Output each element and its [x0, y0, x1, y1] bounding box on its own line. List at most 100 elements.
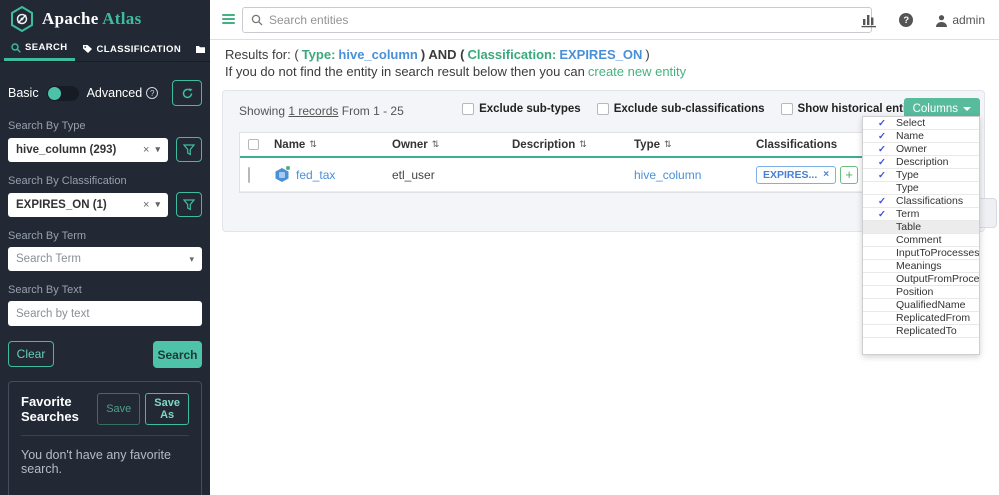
columns-menu-item-term[interactable]: ✓Term [863, 208, 979, 221]
remove-tag-icon[interactable]: × [823, 169, 829, 180]
clear-classification-icon[interactable]: × [143, 199, 149, 211]
username-label: admin [952, 13, 985, 27]
columns-menu-item-replicatedto[interactable]: ReplicatedTo [863, 325, 979, 338]
type-filter-button[interactable] [176, 137, 202, 162]
checkbox-icon [597, 103, 609, 115]
sidebar: Apache Atlas SEARCH CLASSIFICATION [0, 0, 210, 495]
results-close-paren: ) [645, 47, 649, 62]
check-icon: ✓ [878, 118, 886, 129]
tab-search[interactable]: SEARCH [4, 37, 75, 61]
classification-tag[interactable]: EXPIRES... × [756, 166, 836, 184]
user-menu[interactable]: admin [935, 13, 985, 27]
tab-search-label: SEARCH [25, 42, 68, 53]
text-search-input[interactable] [8, 301, 202, 326]
columns-menu-item-type[interactable]: ✓Type [863, 169, 979, 182]
basic-mode-label: Basic [8, 86, 39, 100]
record-count: Showing 1 records From 1 - 25 [239, 104, 404, 118]
classification-select[interactable]: EXPIRES_ON (1) × ▾ [8, 193, 168, 217]
table-header-row: Name⇅ Owner⇅ Description⇅ Type⇅ Classifi… [240, 133, 969, 158]
select-all-checkbox[interactable] [248, 139, 259, 150]
owner-cell: etl_user [392, 168, 512, 182]
term-select[interactable]: Search Term ▾ [8, 247, 202, 271]
favorite-searches-title: Favorite Searches [21, 394, 97, 424]
columns-menu-item-name[interactable]: ✓Name [863, 130, 979, 143]
type-select-value: hive_column (293) [16, 144, 116, 156]
columns-menu-item-qualifiedname[interactable]: QualifiedName [863, 299, 979, 312]
add-classification-button[interactable]: + [840, 166, 858, 184]
chevron-down-icon: ▾ [155, 199, 160, 210]
column-header-owner[interactable]: Owner⇅ [392, 139, 512, 151]
columns-menu-item-replicatedfrom[interactable]: ReplicatedFrom [863, 312, 979, 325]
columns-menu-item-owner[interactable]: ✓Owner [863, 143, 979, 156]
filter-funnel-icon [183, 144, 195, 156]
sort-icon: ⇅ [432, 139, 440, 150]
columns-menu-item-position[interactable]: Position [863, 286, 979, 299]
checkbox-icon [781, 103, 793, 115]
columns-menu-item-inputtoprocesses[interactable]: InputToProcesses [863, 247, 979, 260]
columns-menu-item-outputfromprocesses[interactable]: OutputFromProcesses [863, 273, 979, 286]
search-by-classification-label: Search By Classification [8, 175, 202, 187]
menu-hamburger-icon[interactable] [222, 14, 235, 25]
atlas-logo-icon [10, 6, 34, 32]
check-icon: ✓ [878, 196, 886, 207]
save-as-button[interactable]: Save As [145, 393, 189, 425]
sort-icon: ⇅ [309, 139, 317, 150]
checkbox-icon [462, 103, 474, 115]
columns-menu-item-select[interactable]: ✓Select [863, 117, 979, 130]
chevron-down-icon: ▾ [155, 144, 160, 155]
create-entity-hint: If you do not find the entity in search … [225, 63, 686, 80]
columns-menu-item-table[interactable]: Table [863, 221, 979, 234]
refresh-button[interactable] [172, 80, 202, 106]
exclude-subclassifications-checkbox[interactable]: Exclude sub-classifications [597, 103, 765, 115]
columns-menu-item-comment[interactable]: Comment [863, 234, 979, 247]
toggle-knob [48, 87, 61, 100]
help-icon[interactable]: ? [899, 13, 913, 27]
type-filter-value: hive_column [338, 47, 417, 62]
tab-classification[interactable]: CLASSIFICATION [75, 37, 189, 61]
column-header-type[interactable]: Type⇅ [634, 139, 756, 151]
app-logo[interactable]: Apache Atlas [0, 0, 210, 37]
create-new-entity-link[interactable]: create new entity [588, 64, 686, 79]
results-prefix: Results for: ( [225, 47, 299, 62]
classification-filter-value: EXPIRES_ON [559, 47, 642, 62]
classification-filter-button[interactable] [176, 192, 202, 217]
global-search-box[interactable] [242, 7, 872, 33]
filter-funnel-icon [183, 199, 195, 211]
row-checkbox[interactable] [248, 167, 250, 183]
entity-name-link[interactable]: fed_tax [296, 168, 335, 182]
columns-menu-item-type2[interactable]: Type [863, 182, 979, 195]
tab-classification-label: CLASSIFICATION [97, 44, 182, 55]
clear-button[interactable]: Clear [8, 341, 54, 367]
chevron-down-icon: ▾ [189, 254, 194, 265]
and-operator: ) AND ( [421, 47, 465, 62]
records-link[interactable]: 1 records [288, 104, 338, 118]
clear-type-icon[interactable]: × [143, 144, 149, 156]
statistics-chart-icon[interactable] [861, 13, 877, 28]
type-select[interactable]: hive_column (293) × ▾ [8, 138, 168, 162]
classification-select-value: EXPIRES_ON (1) [16, 199, 107, 211]
column-header-description[interactable]: Description⇅ [512, 139, 634, 151]
columns-menu-item-meanings[interactable]: Meanings [863, 260, 979, 273]
search-button[interactable]: Search [153, 341, 202, 368]
exclude-subtypes-checkbox[interactable]: Exclude sub-types [462, 103, 581, 115]
global-search-input[interactable] [269, 13, 863, 27]
advanced-help-icon[interactable]: ? [146, 87, 158, 99]
type-filter-label: Type: [302, 47, 336, 62]
favorites-empty-message: You don't have any favorite search. [21, 448, 189, 476]
sort-icon: ⇅ [664, 139, 672, 150]
classification-filter-label: Classification: [467, 47, 556, 62]
columns-menu-item-classifications[interactable]: ✓Classifications [863, 195, 979, 208]
type-link[interactable]: hive_column [634, 168, 756, 182]
classification-dot-icon [285, 165, 291, 171]
check-icon: ✓ [878, 131, 886, 142]
basic-advanced-toggle[interactable] [47, 86, 79, 101]
results-table: Name⇅ Owner⇅ Description⇅ Type⇅ Classifi… [239, 132, 970, 193]
chevron-down-icon [963, 107, 971, 111]
sort-icon: ⇅ [579, 139, 587, 150]
column-header-name[interactable]: Name⇅ [274, 139, 392, 151]
columns-menu-item-description[interactable]: ✓Description [863, 156, 979, 169]
term-select-placeholder: Search Term [16, 253, 81, 265]
results-summary: Results for: (Type:hive_column ) AND (Cla… [225, 46, 686, 80]
hint-text: If you do not find the entity in search … [225, 64, 585, 79]
save-button[interactable]: Save [97, 393, 140, 425]
